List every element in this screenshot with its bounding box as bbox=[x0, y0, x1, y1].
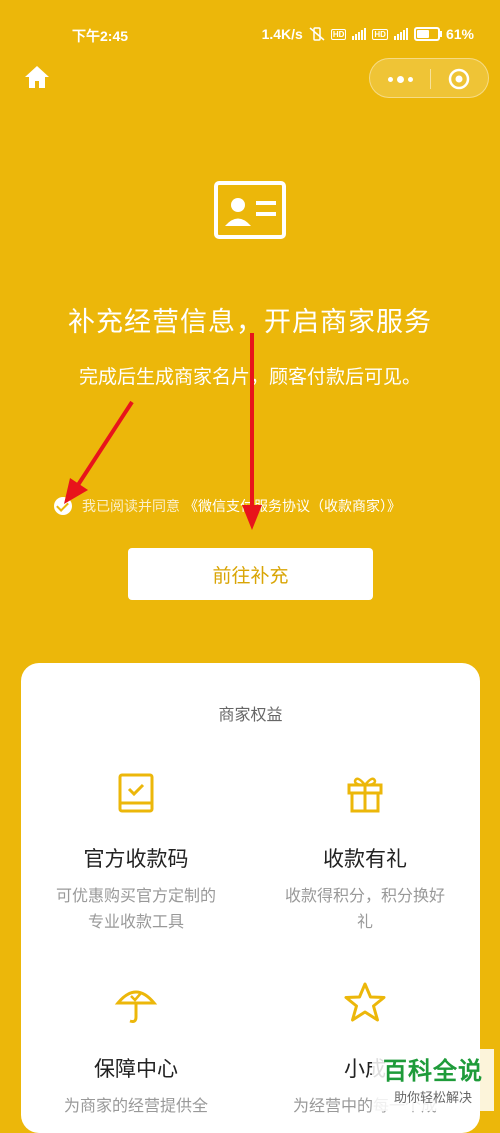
status-icons: 1.4K/s HD HD 61% bbox=[262, 26, 474, 42]
benefit-title: 收款有礼 bbox=[323, 847, 407, 871]
benefit-title: 官方收款码 bbox=[83, 847, 189, 871]
gift-icon bbox=[347, 777, 383, 813]
battery-level: 61% bbox=[445, 26, 474, 42]
benefit-official-qr[interactable]: 官方收款码 可优惠购买官方定制的专业收款工具 bbox=[21, 771, 251, 931]
benefit-desc: 为商家的经营提供全 bbox=[63, 1096, 208, 1115]
signal-icon-2 bbox=[393, 28, 408, 40]
home-button[interactable] bbox=[22, 62, 52, 92]
page-title: 补充经营信息，开启商家服务 bbox=[68, 307, 432, 338]
hd-icon-2: HD bbox=[372, 28, 388, 40]
vibrate-icon bbox=[309, 27, 325, 41]
watermark-title: 百科全说 bbox=[383, 1057, 483, 1085]
more-dots-icon bbox=[387, 76, 393, 82]
home-icon bbox=[25, 66, 49, 88]
benefit-collection-gift[interactable]: 收款有礼 收款得积分，积分换好礼 bbox=[250, 771, 480, 931]
status-time: 下午2:45 bbox=[72, 28, 129, 44]
benefit-small-success[interactable]: 小成 为经营中的每一个成 bbox=[250, 981, 480, 1115]
go-supplement-button[interactable]: 前往补充 bbox=[128, 548, 373, 600]
benefit-title: 保障中心 bbox=[94, 1057, 178, 1081]
watermark-subtitle: 助你轻松解决 bbox=[393, 1091, 472, 1106]
arrow-to-checkbox bbox=[74, 400, 134, 490]
network-speed: 1.4K/s bbox=[261, 26, 303, 42]
mini-program-capsule bbox=[369, 58, 489, 98]
battery-icon bbox=[413, 27, 442, 41]
umbrella-icon bbox=[114, 990, 158, 1023]
qr-badge-icon bbox=[118, 773, 154, 813]
benefit-desc: 收款得积分，积分换好礼 bbox=[284, 886, 445, 931]
watermark: 百科全说 助你轻松解决 bbox=[372, 1049, 494, 1111]
benefits-title: 商家权益 bbox=[218, 705, 283, 724]
signal-icon bbox=[352, 28, 367, 40]
star-icon bbox=[344, 982, 386, 1022]
page-subtitle: 完成后生成商家名片，顾客付款后可见。 bbox=[78, 366, 421, 388]
benefit-protection-center[interactable]: 保障中心 为商家的经营提供全 bbox=[21, 981, 251, 1115]
agreement-row: 我已阅读并同意 《微信支付服务协议（收款商家）》 bbox=[54, 495, 401, 517]
more-button[interactable] bbox=[370, 59, 430, 99]
close-button[interactable] bbox=[448, 68, 470, 90]
capsule-divider bbox=[430, 69, 431, 89]
id-card-icon bbox=[214, 181, 286, 239]
agreement-checkbox[interactable] bbox=[54, 497, 72, 515]
benefit-desc: 可优惠购买官方定制的专业收款工具 bbox=[55, 886, 216, 931]
hd-icon: HD bbox=[330, 28, 347, 40]
agreement-text: 我已阅读并同意 bbox=[82, 499, 180, 515]
agreement-link[interactable]: 《微信支付服务协议（收款商家）》 bbox=[184, 496, 401, 516]
